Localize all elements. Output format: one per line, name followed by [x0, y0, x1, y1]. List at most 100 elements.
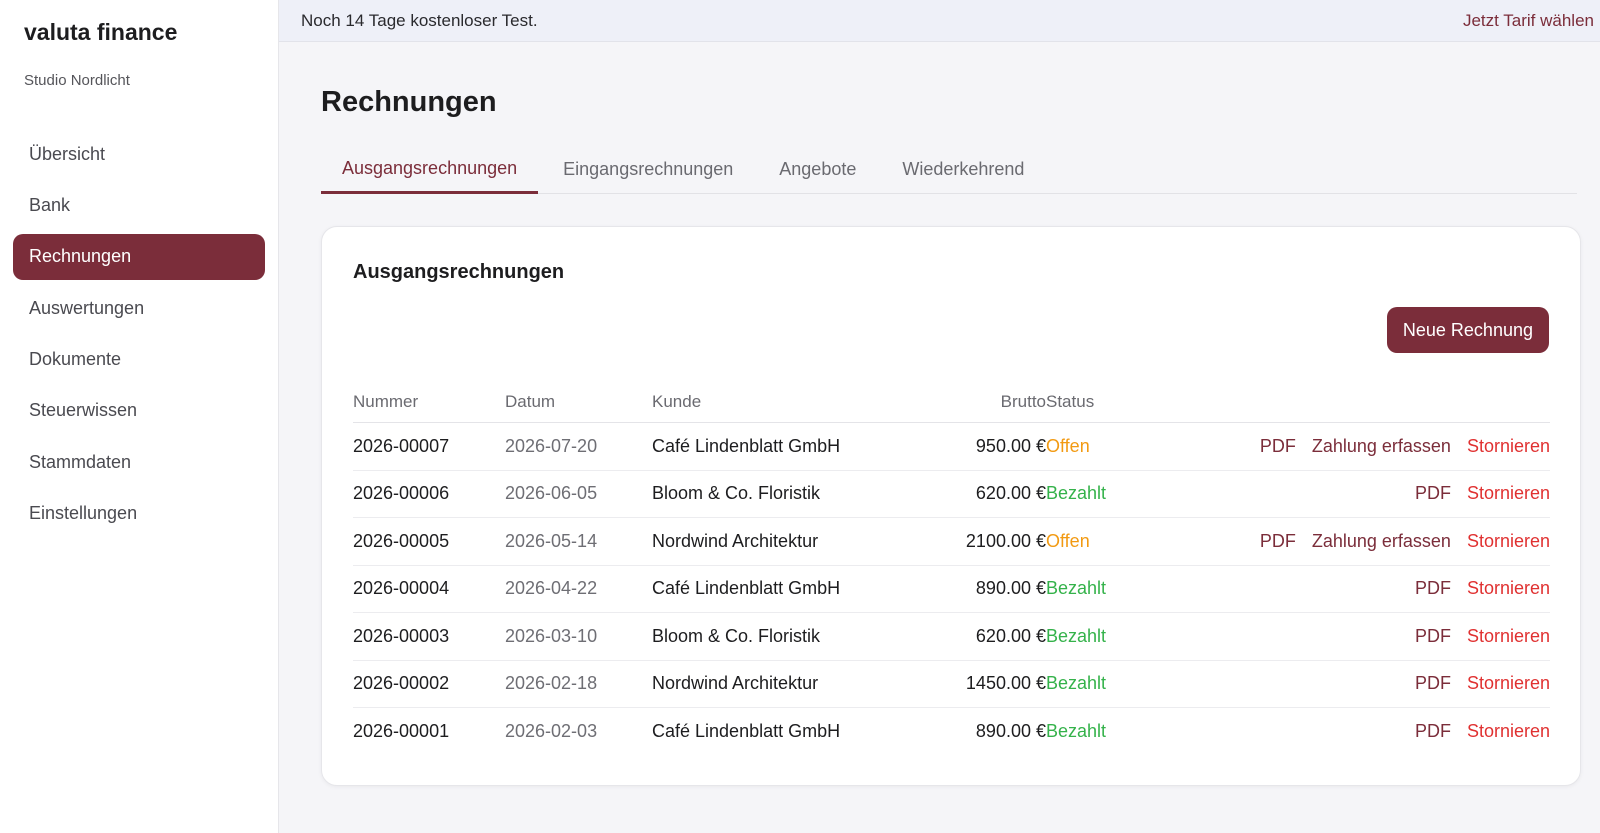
invoice-date: 2026-02-18 — [505, 673, 598, 694]
cancel-invoice-link[interactable]: Stornieren — [1467, 673, 1550, 694]
tab-ausgangsrechnungen[interactable]: Ausgangsrechnungen — [321, 146, 539, 194]
cancel-invoice-link[interactable]: Stornieren — [1467, 578, 1550, 599]
choose-plan-link[interactable]: Jetzt Tarif wählen — [1463, 11, 1594, 31]
content: Rechnungen Ausgangsrechnungen Eingangsre… — [279, 85, 1581, 786]
row-actions: PDF Stornieren — [1166, 673, 1550, 694]
invoice-customer: Bloom & Co. Floristik — [652, 483, 821, 504]
sidebar-item-einstellungen[interactable]: Einstellungen — [13, 491, 265, 537]
invoice-date: 2026-07-20 — [505, 435, 598, 456]
sidebar-item-auswertungen[interactable]: Auswertungen — [13, 285, 265, 331]
invoices-card: Ausgangsrechnungen Neue Rechnung Nummer … — [321, 226, 1581, 786]
status-badge: Bezahlt — [1046, 721, 1107, 742]
invoice-customer: Nordwind Architektur — [652, 673, 819, 694]
invoice-gross: 890.00 € — [975, 578, 1046, 599]
column-header-status: Status — [1046, 391, 1095, 411]
cancel-invoice-link[interactable]: Stornieren — [1467, 531, 1550, 552]
trial-text: Noch 14 Tage kostenloser Test. — [301, 10, 538, 30]
invoice-gross: 620.00 € — [975, 625, 1046, 646]
invoice-number: 2026-00004 — [353, 578, 450, 599]
new-invoice-button[interactable]: Neue Rechnung — [1386, 307, 1549, 353]
table-row: 2026-00006 2026-06-05 Bloom & Co. Floris… — [353, 471, 1550, 518]
row-actions: PDF Stornieren — [1166, 578, 1550, 599]
invoice-gross: 1450.00 € — [965, 673, 1046, 694]
sidebar-item-bank[interactable]: Bank — [13, 182, 265, 228]
invoice-date: 2026-03-10 — [505, 625, 598, 646]
table-row: 2026-00003 2026-03-10 Bloom & Co. Floris… — [353, 613, 1550, 661]
invoice-customer: Café Lindenblatt GmbH — [652, 721, 841, 742]
pdf-link[interactable]: PDF — [1260, 436, 1296, 457]
invoice-gross: 620.00 € — [975, 483, 1046, 504]
status-badge: Bezahlt — [1046, 673, 1107, 694]
status-badge: Offen — [1046, 435, 1090, 456]
card-title: Ausgangsrechnungen — [353, 261, 565, 283]
row-actions: PDF Stornieren — [1166, 721, 1550, 742]
card-toolbar: Neue Rechnung — [353, 307, 1549, 353]
invoice-number: 2026-00001 — [353, 721, 450, 742]
row-actions: PDF Zahlung erfassen Stornieren — [1166, 436, 1550, 457]
brand-name: valuta finance — [24, 19, 178, 45]
invoice-date: 2026-02-03 — [505, 721, 598, 742]
table-row: 2026-00004 2026-04-22 Café Lindenblatt G… — [353, 566, 1550, 613]
status-badge: Offen — [1046, 530, 1090, 551]
sidebar-item-steuerwissen[interactable]: Steuerwissen — [13, 388, 265, 434]
column-header-number: Nummer — [353, 391, 419, 411]
workspace-name: Studio Nordlicht — [24, 72, 130, 89]
invoice-tabs: Ausgangsrechnungen Eingangsrechnungen An… — [321, 146, 1577, 194]
status-badge: Bezahlt — [1046, 578, 1107, 599]
sidebar-item-uebersicht[interactable]: Übersicht — [13, 131, 265, 177]
pdf-link[interactable]: PDF — [1415, 578, 1451, 599]
pdf-link[interactable]: PDF — [1260, 531, 1296, 552]
cancel-invoice-link[interactable]: Stornieren — [1467, 721, 1550, 742]
cancel-invoice-link[interactable]: Stornieren — [1467, 436, 1550, 457]
record-payment-link[interactable]: Zahlung erfassen — [1312, 436, 1451, 457]
pdf-link[interactable]: PDF — [1415, 483, 1451, 504]
invoice-customer: Café Lindenblatt GmbH — [652, 578, 841, 599]
table-body: 2026-00007 2026-07-20 Café Lindenblatt G… — [353, 423, 1550, 756]
invoice-date: 2026-05-14 — [505, 530, 598, 551]
row-actions: PDF Stornieren — [1166, 483, 1550, 504]
cancel-invoice-link[interactable]: Stornieren — [1467, 626, 1550, 647]
table-row: 2026-00001 2026-02-03 Café Lindenblatt G… — [353, 708, 1550, 756]
row-actions: PDF Zahlung erfassen Stornieren — [1166, 531, 1550, 552]
table-header: Nummer Datum Kunde Brutto Status — [353, 381, 1550, 423]
invoice-number: 2026-00003 — [353, 625, 450, 646]
column-header-gross: Brutto — [1000, 391, 1046, 411]
record-payment-link[interactable]: Zahlung erfassen — [1312, 531, 1451, 552]
invoice-number: 2026-00005 — [353, 530, 450, 551]
trial-banner: Noch 14 Tage kostenloser Test. Jetzt Tar… — [279, 0, 1600, 42]
tab-wiederkehrend[interactable]: Wiederkehrend — [881, 146, 1045, 193]
invoice-number: 2026-00002 — [353, 673, 450, 694]
sidebar-nav: Übersicht Bank Rechnungen Auswertungen D… — [13, 131, 265, 537]
sidebar-item-dokumente[interactable]: Dokumente — [13, 337, 265, 383]
invoice-gross: 950.00 € — [975, 435, 1046, 456]
status-badge: Bezahlt — [1046, 625, 1107, 646]
page-title: Rechnungen — [321, 86, 497, 118]
tab-angebote[interactable]: Angebote — [758, 146, 877, 193]
table-row: 2026-00005 2026-05-14 Nordwind Architekt… — [353, 518, 1550, 566]
status-badge: Bezahlt — [1046, 483, 1107, 504]
invoice-customer: Nordwind Architektur — [652, 530, 819, 551]
invoice-number: 2026-00007 — [353, 435, 450, 456]
invoice-gross: 2100.00 € — [965, 530, 1046, 551]
invoice-date: 2026-06-05 — [505, 483, 598, 504]
cancel-invoice-link[interactable]: Stornieren — [1467, 483, 1550, 504]
table-row: 2026-00002 2026-02-18 Nordwind Architekt… — [353, 661, 1550, 708]
tab-eingangsrechnungen[interactable]: Eingangsrechnungen — [542, 146, 754, 193]
invoice-gross: 890.00 € — [975, 721, 1046, 742]
sidebar-item-rechnungen[interactable]: Rechnungen — [13, 233, 265, 280]
invoice-customer: Café Lindenblatt GmbH — [652, 435, 841, 456]
invoice-number: 2026-00006 — [353, 483, 450, 504]
column-header-customer: Kunde — [652, 391, 702, 411]
invoices-table: Nummer Datum Kunde Brutto Status 2026-00… — [353, 381, 1550, 756]
invoice-date: 2026-04-22 — [505, 578, 598, 599]
row-actions: PDF Stornieren — [1166, 626, 1550, 647]
pdf-link[interactable]: PDF — [1415, 673, 1451, 694]
pdf-link[interactable]: PDF — [1415, 721, 1451, 742]
column-header-date: Datum — [505, 391, 556, 411]
pdf-link[interactable]: PDF — [1415, 626, 1451, 647]
table-row: 2026-00007 2026-07-20 Café Lindenblatt G… — [353, 423, 1550, 471]
sidebar-item-stammdaten[interactable]: Stammdaten — [13, 439, 265, 485]
main-area: Noch 14 Tage kostenloser Test. Jetzt Tar… — [279, 0, 1600, 833]
sidebar: valuta finance Studio Nordlicht Übersich… — [0, 0, 279, 833]
invoice-customer: Bloom & Co. Floristik — [652, 625, 821, 646]
